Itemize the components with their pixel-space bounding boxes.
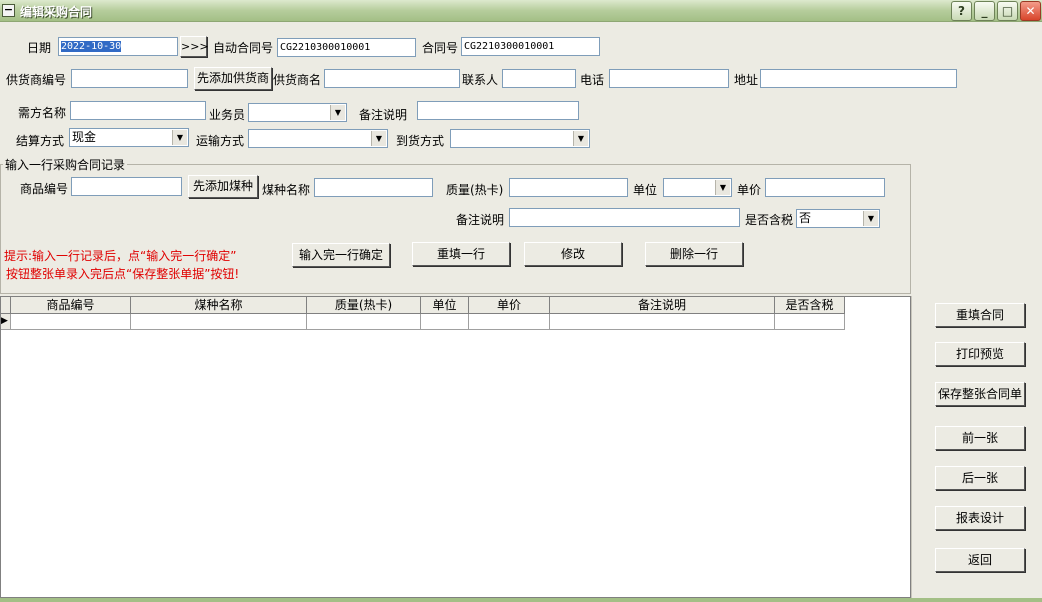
table-row-cell[interactable] [469,314,550,330]
column-header-quality[interactable]: 质量(热卡) [307,297,421,314]
back-button[interactable]: 返回 [935,548,1025,572]
price-input[interactable] [765,178,885,197]
window-bottom-border [0,598,1042,602]
buyer-name-label: 需方名称 [18,106,67,120]
column-header-tax[interactable]: 是否含税 [775,297,845,314]
settlement-select[interactable]: 现金 ▼ [69,128,189,147]
table-row-cell[interactable] [421,314,469,330]
quality-input[interactable] [509,178,628,197]
address-input[interactable] [760,69,957,88]
system-menu-icon[interactable]: − [2,4,15,17]
column-header-unit[interactable]: 单位 [421,297,469,314]
column-header-coal-name[interactable]: 煤种名称 [131,297,307,314]
report-design-button[interactable]: 报表设计 [935,506,1025,530]
minimize-button[interactable]: _ [974,1,995,21]
product-no-input[interactable] [71,177,182,196]
row-indicator-icon[interactable]: ▶ [1,314,11,330]
date-input[interactable]: 2022-10-30 [58,37,178,56]
chevron-down-icon[interactable]: ▼ [172,130,187,145]
chevron-down-icon[interactable]: ▼ [573,131,588,146]
coal-name-label: 煤种名称 [262,183,311,197]
contract-no-label: 合同号 [422,41,459,55]
settlement-label: 结算方式 [16,134,65,148]
maximize-button[interactable]: □ [997,1,1018,21]
auto-contract-no-input[interactable]: CG2210300010001 [277,38,416,57]
print-preview-button[interactable]: 打印预览 [935,342,1025,366]
supplier-name-label: 供货商名 [273,73,322,87]
contract-no-input[interactable]: CG2210300010001 [461,37,600,56]
line-remark-input[interactable] [509,208,740,227]
product-no-label: 商品编号 [20,182,69,196]
tax-select[interactable]: 否 ▼ [796,209,880,228]
help-button[interactable]: ? [951,1,972,21]
table-row-cell[interactable] [11,314,131,330]
column-header-price[interactable]: 单价 [469,297,550,314]
table-row-cell[interactable] [307,314,421,330]
auto-contract-no-label: 自动合同号 [213,41,274,55]
chevron-down-icon[interactable]: ▼ [371,131,386,146]
phone-input[interactable] [609,69,729,88]
chevron-down-icon[interactable]: ▼ [330,105,345,120]
line-remark-label: 备注说明 [456,213,505,227]
add-supplier-button[interactable]: 先添加供货商 [194,67,272,90]
supplier-no-input[interactable] [71,69,188,88]
next-button[interactable]: 后一张 [935,466,1025,490]
address-label: 地址 [734,73,759,87]
grid-corner [1,297,11,314]
salesman-label: 业务员 [209,108,246,122]
tax-label: 是否含税 [745,213,794,227]
unit-label: 单位 [633,183,658,197]
contact-label: 联系人 [462,73,499,87]
hint-line-2: 按钮整张单录入完后点“保存整张单据”按钮! [6,267,240,281]
table-row-cell[interactable] [775,314,845,330]
delete-line-button[interactable]: 删除一行 [645,242,743,266]
column-header-remark[interactable]: 备注说明 [550,297,775,314]
title-bar: − 编辑采购合同 ? _ □ ✕ [0,0,1042,22]
window-title: 编辑采购合同 [20,5,93,19]
arrival-label: 到货方式 [396,134,445,148]
quality-label: 质量(热卡) [446,183,504,197]
contract-lines-grid[interactable]: 商品编号 煤种名称 质量(热卡) 单位 单价 备注说明 是否含税 ▶ [0,296,911,598]
refill-line-button[interactable]: 重填一行 [412,242,510,266]
transport-select[interactable]: ▼ [248,129,388,148]
column-header-product-no[interactable]: 商品编号 [11,297,131,314]
table-row-cell[interactable] [550,314,775,330]
reset-contract-button[interactable]: 重填合同 [935,303,1025,327]
phone-label: 电话 [580,73,605,87]
confirm-line-button[interactable]: 输入完一行确定 [292,243,390,267]
transport-label: 运输方式 [196,134,245,148]
modify-button[interactable]: 修改 [524,242,622,266]
previous-button[interactable]: 前一张 [935,426,1025,450]
salesman-select[interactable]: ▼ [248,103,347,122]
price-label: 单价 [737,183,762,197]
add-coal-button[interactable]: 先添加煤种 [188,175,258,198]
close-button[interactable]: ✕ [1020,1,1041,21]
supplier-name-input[interactable] [324,69,460,88]
coal-name-input[interactable] [314,178,433,197]
remark-input[interactable] [417,101,579,120]
unit-select[interactable]: ▼ [663,178,732,197]
table-row-cell[interactable] [131,314,307,330]
date-picker-button[interactable]: >>> [180,36,209,57]
chevron-down-icon[interactable]: ▼ [863,211,878,226]
supplier-no-label: 供货商编号 [6,73,67,87]
save-contract-button[interactable]: 保存整张合同单 [935,382,1025,406]
remark-label: 备注说明 [359,108,408,122]
date-label: 日期 [27,41,52,55]
contact-input[interactable] [502,69,576,88]
buyer-name-input[interactable] [70,101,206,120]
line-entry-group-title: 输入一行采购合同记录 [3,156,128,173]
chevron-down-icon[interactable]: ▼ [715,180,730,195]
hint-line-1: 提示:输入一行记录后，点“输入完一行确定” [4,249,237,263]
arrival-select[interactable]: ▼ [450,129,590,148]
